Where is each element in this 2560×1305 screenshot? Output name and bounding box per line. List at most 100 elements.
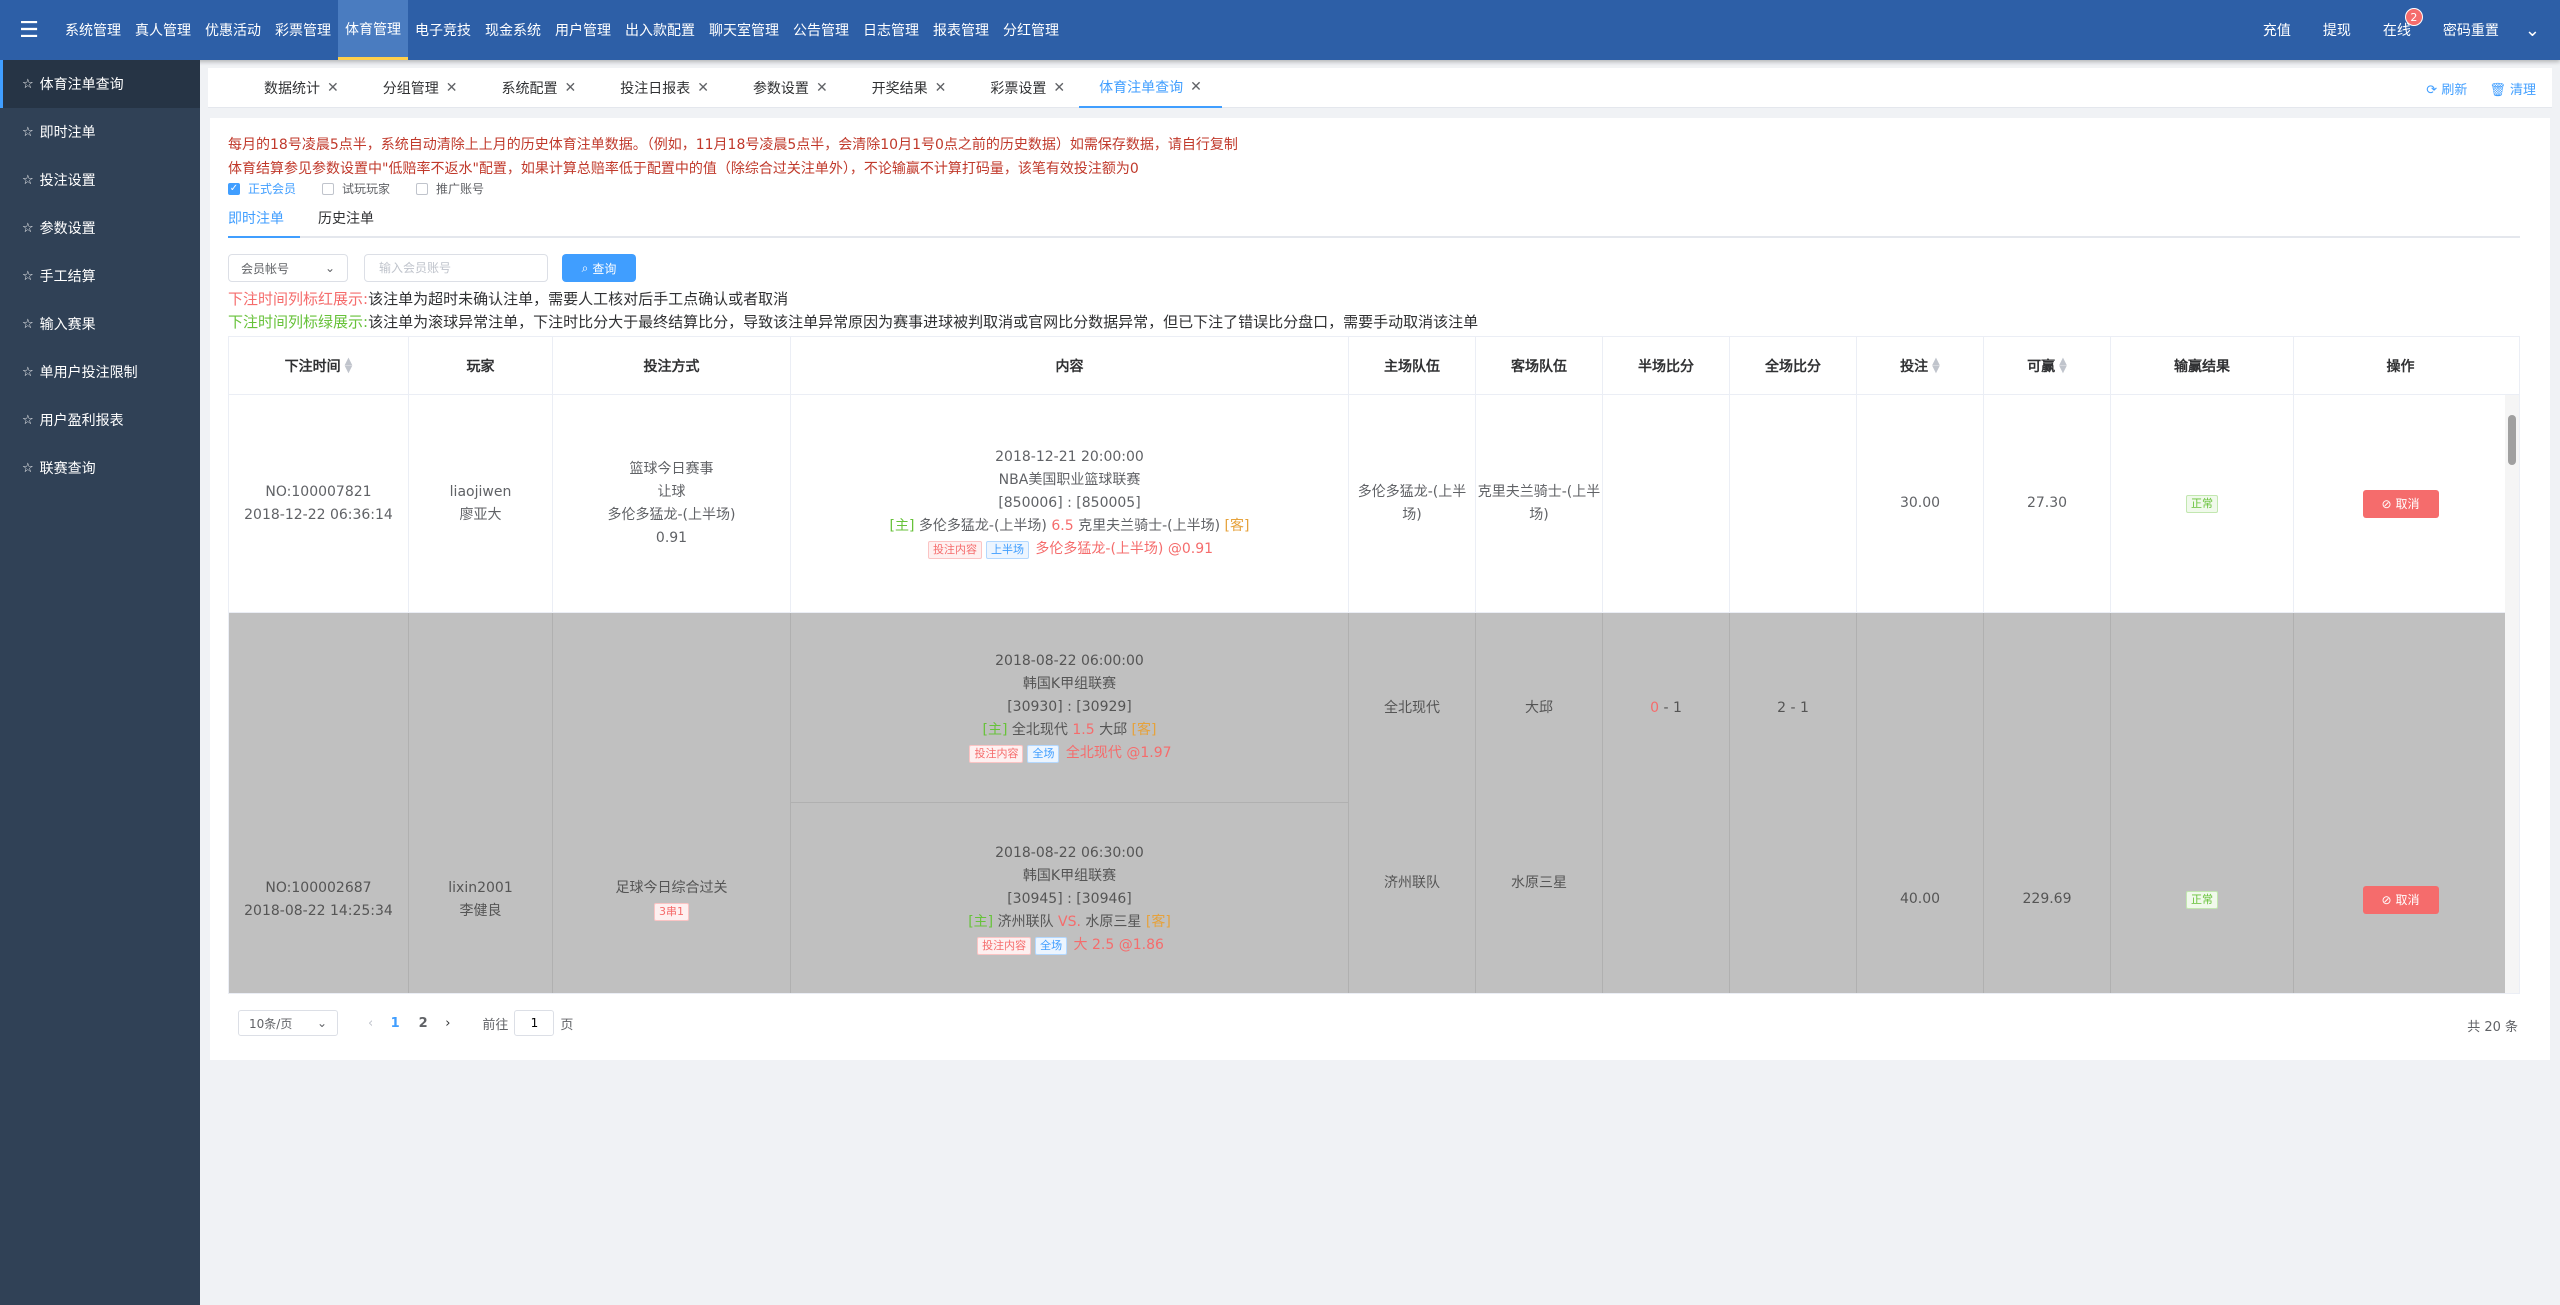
sidebar-item-profit-report[interactable]: ☆ 用户盈利报表 xyxy=(0,396,200,444)
checkbox-formal-member[interactable]: ✓ 正式会员 xyxy=(228,180,296,197)
col-win[interactable]: 可赢 ▲ ▼ xyxy=(1984,337,2111,395)
cell-method: 篮球今日赛事 让球 多伦多猛龙-(上半场) 0.91 xyxy=(553,395,791,612)
sidebar-item-params[interactable]: ☆ 参数设置 xyxy=(0,204,200,252)
member-account-input[interactable] xyxy=(364,254,548,282)
cancel-button[interactable]: ⊘ 取消 xyxy=(2362,885,2439,914)
sidebar-item-input-results[interactable]: ☆ 输入赛果 xyxy=(0,300,200,348)
league-name: 韩国K甲组联赛 xyxy=(1022,676,1117,692)
tab-sports-bets[interactable]: 体育注单查询 ✕ xyxy=(1079,68,1222,108)
vs-label: VS. xyxy=(1058,914,1081,930)
col-bet-time[interactable]: 下注时间 ▲ ▼ xyxy=(229,337,409,395)
cell-full-score xyxy=(1730,395,1857,612)
page-size-select[interactable]: 10条/页 ⌄ xyxy=(238,1010,338,1036)
sidebar-item-sports-bets[interactable]: ☆ 体育注单查询 xyxy=(0,60,200,108)
checkbox-trial-player[interactable]: 试玩玩家 xyxy=(322,180,390,197)
nav-reset-password[interactable]: 密码重置 xyxy=(2427,0,2515,60)
nav-dividend[interactable]: 分红管理 xyxy=(996,0,1066,60)
cell-half-score xyxy=(1603,395,1730,612)
sidebar-item-realtime-bets[interactable]: ☆ 即时注单 xyxy=(0,108,200,156)
sort-icon[interactable]: ▲ ▼ xyxy=(1932,357,1940,375)
tab-label: 投注日报表 xyxy=(620,80,691,97)
refresh-button[interactable]: ⟳ 刷新 xyxy=(2426,79,2467,98)
nav-lottery[interactable]: 彩票管理 xyxy=(268,0,338,60)
player-name: 李健良 xyxy=(459,902,502,919)
nav-recharge[interactable]: 充值 xyxy=(2247,0,2307,60)
page-size-value: 10条/页 xyxy=(249,1016,293,1031)
goto-page-input[interactable] xyxy=(514,1010,555,1036)
home-team-name: 济州联队 xyxy=(1384,874,1440,891)
nav-deposit-config[interactable]: 出入款配置 xyxy=(618,0,702,60)
sidebar-item-label: 手工结算 xyxy=(39,269,96,285)
bet-amount: 30.00 xyxy=(1899,495,1941,511)
clear-button[interactable]: 🗑 清理 xyxy=(2489,79,2536,98)
tab-params[interactable]: 参数设置 ✕ xyxy=(723,68,842,108)
sidebar-item-label: 输入赛果 xyxy=(39,317,96,333)
prev-page-icon[interactable]: ‹ xyxy=(360,1016,381,1031)
league-name: 韩国K甲组联赛 xyxy=(1022,868,1117,884)
tab-lottery-settings[interactable]: 彩票设置 ✕ xyxy=(960,68,1079,108)
close-icon[interactable]: ✕ xyxy=(816,80,828,96)
tab-sys-config[interactable]: 系统配置 ✕ xyxy=(471,68,590,108)
col-away-team: 客场队伍 xyxy=(1476,337,1603,395)
nav-live[interactable]: 真人管理 xyxy=(128,0,198,60)
nav-reports[interactable]: 报表管理 xyxy=(926,0,996,60)
table-row: NO:100007821 2018-12-22 06:36:14 liaojiwe… xyxy=(229,395,2519,613)
table-scrollbar[interactable] xyxy=(2505,395,2519,993)
sidebar-item-user-limit[interactable]: ☆ 单用户投注限制 xyxy=(0,348,200,396)
close-icon[interactable]: ✕ xyxy=(935,80,947,96)
chevron-down-icon[interactable]: ⌄ xyxy=(2515,20,2560,41)
nav-sports[interactable]: 体育管理 xyxy=(338,0,408,60)
tab-data-stats[interactable]: 数据统计 ✕ xyxy=(208,68,353,108)
nav-withdraw[interactable]: 提现 xyxy=(2307,0,2367,60)
close-icon[interactable]: ✕ xyxy=(1190,79,1202,95)
nav-users[interactable]: 用户管理 xyxy=(548,0,618,60)
scrollbar-thumb[interactable] xyxy=(2508,415,2516,465)
cancel-button[interactable]: ⊘ 取消 xyxy=(2362,489,2439,518)
nav-logs[interactable]: 日志管理 xyxy=(856,0,926,60)
subtab-history[interactable]: 历史注单 xyxy=(318,208,390,238)
star-icon: ☆ xyxy=(22,172,34,188)
legend-red: 下注时间列标红展示:该注单为超时未确认注单，需要人工核对后手工点确认或者取消 xyxy=(228,288,788,309)
next-page-icon[interactable]: › xyxy=(437,1016,458,1031)
page-1[interactable]: 1 xyxy=(381,1016,409,1031)
tag-period: 上半场 xyxy=(985,541,1029,559)
sidebar-item-bet-settings[interactable]: ☆ 投注设置 xyxy=(0,156,200,204)
close-icon[interactable]: ✕ xyxy=(564,80,576,96)
refresh-label: 刷新 xyxy=(2441,82,2468,98)
nav-online[interactable]: 在线 2 xyxy=(2367,0,2427,60)
away-team-name: 水原三星 xyxy=(1511,874,1567,891)
close-icon[interactable]: ✕ xyxy=(697,80,709,96)
menu-toggle-icon[interactable]: ☰ xyxy=(0,0,58,60)
away-team: 大邱 xyxy=(1099,722,1128,738)
nav-esports[interactable]: 电子竞技 xyxy=(408,0,478,60)
search-field-select[interactable]: 会员帐号 ⌄ xyxy=(228,254,348,282)
close-icon[interactable]: ✕ xyxy=(446,80,458,96)
half-score-home: 0 xyxy=(1650,699,1660,716)
nav-system[interactable]: 系统管理 xyxy=(58,0,128,60)
cell-home-team: 全北现代 济州联队 xyxy=(1349,613,1476,993)
tag-bet-content: 投注内容 xyxy=(969,745,1024,763)
sidebar-item-league-query[interactable]: ☆ 联赛查询 xyxy=(0,444,200,492)
nav-announcement[interactable]: 公告管理 xyxy=(786,0,856,60)
close-icon[interactable]: ✕ xyxy=(1053,80,1065,96)
sidebar-item-manual-settle[interactable]: ☆ 手工结算 xyxy=(0,252,200,300)
nav-chatroom[interactable]: 聊天室管理 xyxy=(702,0,786,60)
nav-cash[interactable]: 现金系统 xyxy=(478,0,548,60)
sort-icon[interactable]: ▲ ▼ xyxy=(345,357,353,375)
tab-groups[interactable]: 分组管理 ✕ xyxy=(353,68,472,108)
nav-promo[interactable]: 优惠活动 xyxy=(198,0,268,60)
pick: 全北现代 xyxy=(1065,745,1122,761)
home-team-name: 多伦多猛龙-(上半场) xyxy=(1357,483,1467,523)
col-bet[interactable]: 投注 ▲ ▼ xyxy=(1857,337,1984,395)
page-2[interactable]: 2 xyxy=(409,1016,437,1031)
tab-daily-report[interactable]: 投注日报表 ✕ xyxy=(590,68,723,108)
close-icon[interactable]: ✕ xyxy=(327,80,339,96)
col-full-score: 全场比分 xyxy=(1730,337,1857,395)
sort-icon[interactable]: ▲ ▼ xyxy=(2059,357,2067,375)
tab-draw-results[interactable]: 开奖结果 ✕ xyxy=(842,68,961,108)
subtab-realtime[interactable]: 即时注单 xyxy=(228,208,300,238)
checkbox-promo-account[interactable]: 推广账号 xyxy=(416,180,484,197)
sidebar-item-label: 用户盈利报表 xyxy=(39,413,124,429)
query-button[interactable]: ⌕ 查询 xyxy=(562,254,636,282)
cell-away-team: 克里夫兰骑士-(上半场) xyxy=(1476,395,1603,612)
